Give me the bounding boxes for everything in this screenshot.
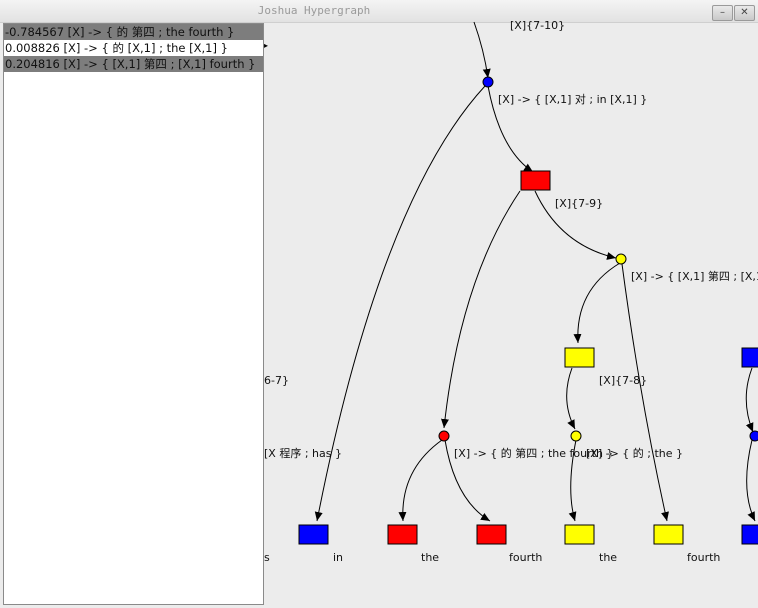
item-node [298,524,329,545]
item-node [520,170,551,191]
leaf-word: s [264,551,270,564]
close-button[interactable]: ✕ [734,5,755,21]
leaf-word: in [333,551,343,564]
edge [573,262,621,344]
derivation-item[interactable]: 0.204816 [X] -> { [X,1] 第四 ; [X,1] fourt… [4,56,263,72]
edge [568,439,577,522]
span-label: 6-7} [264,374,289,387]
item-node [741,347,758,368]
edge [621,263,669,522]
hyperedge-node [749,430,758,442]
rule-label: [X] -> { 的 ; the } [586,446,683,460]
edge [745,367,754,433]
leaf-word: fourth [509,551,542,564]
item-node [476,524,507,545]
edge [534,190,617,260]
edge [314,85,486,522]
rule-label: [X] -> { 的 第四 ; the fourth } [454,446,613,460]
rule-label: [X 程序 ; has } [264,446,342,460]
rule-label: [X] -> { [X,1] 对 ; in [X,1] } [498,92,647,106]
item-node [387,524,418,545]
item-node [653,524,684,545]
hyperedge-node [438,430,450,442]
rule-label: [X] -> { [X,1] 第四 ; [X,1] fourth } [631,269,758,283]
title-bar: Joshua Hypergraph – ✕ [0,0,758,23]
splitter-arrow-icon[interactable]: ▸ [264,41,268,50]
window-title: Joshua Hypergraph [257,4,371,17]
derivation-item[interactable]: -0.784567 [X] -> { 的 第四 ; the fourth } [4,24,263,40]
span-label: [X]{7-8} [599,374,647,387]
hyperedge-node [570,430,582,442]
item-node [564,347,595,368]
edge [444,439,491,522]
item-node [741,524,758,545]
leaf-word: the [421,551,439,564]
edge [487,85,534,173]
derivation-item-selected[interactable]: 0.008826 [X] -> { 的 [X,1] ; the [X,1] } [4,40,263,56]
leaf-word: the [599,551,617,564]
item-node [564,524,595,545]
derivation-list[interactable]: -0.784567 [X] -> { 的 第四 ; the fourth } 0… [3,23,264,605]
edge [473,21,491,79]
leaf-word: fourth [687,551,720,564]
minimize-button[interactable]: – [712,5,733,21]
hyperedge-node [615,253,627,265]
edge [440,190,521,429]
hyperedge-node [482,76,494,88]
edge [398,439,443,522]
edge [566,367,576,430]
edge [746,439,756,522]
span-label: [X]{7-9} [555,197,603,210]
